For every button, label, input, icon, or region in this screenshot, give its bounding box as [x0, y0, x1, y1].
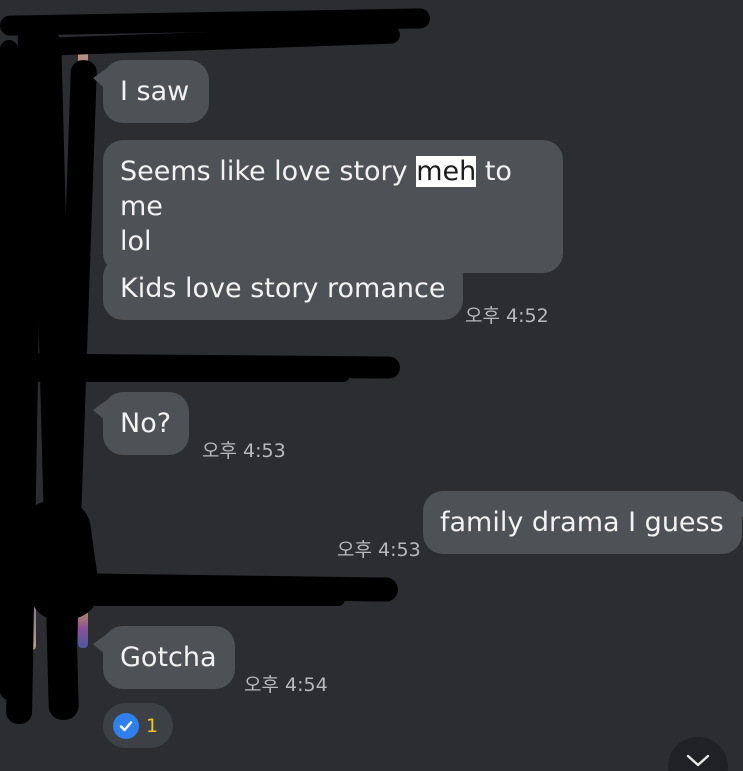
my-message-bubble[interactable]: family drama I guess [423, 491, 743, 554]
reaction-chip[interactable]: 1 [103, 703, 173, 748]
message-bubble[interactable]: Gotcha [93, 626, 235, 689]
message-bubble[interactable]: No? [92, 392, 190, 455]
message-timestamp: 오후 4:52 [465, 305, 549, 327]
message-timestamp: 오후 4:54 [244, 674, 328, 696]
message-text: Seems like love story [120, 156, 417, 187]
chevron-down-icon [685, 753, 711, 771]
highlighted-word: meh [416, 156, 477, 187]
chat-area: I saw Seems like love story meh to me lo… [0, 0, 743, 771]
check-icon [113, 712, 139, 739]
message-bubble[interactable]: I saw [92, 60, 210, 123]
scroll-down-button[interactable] [668, 737, 728, 771]
message-text: No? [120, 408, 172, 439]
message-text: Kids love story romance [120, 273, 446, 304]
reaction-count: 1 [146, 714, 159, 737]
message-text: family drama I guess [440, 507, 724, 538]
message-timestamp: 오후 4:53 [202, 440, 286, 462]
message-text: I saw [120, 76, 190, 107]
message-text: lol [120, 226, 152, 257]
message-bubble[interactable]: Seems like love story meh to me lol [103, 140, 563, 273]
message-timestamp: 오후 4:53 [337, 539, 421, 561]
message-bubble[interactable]: Kids love story romance [103, 257, 464, 320]
message-text: Gotcha [120, 642, 217, 673]
